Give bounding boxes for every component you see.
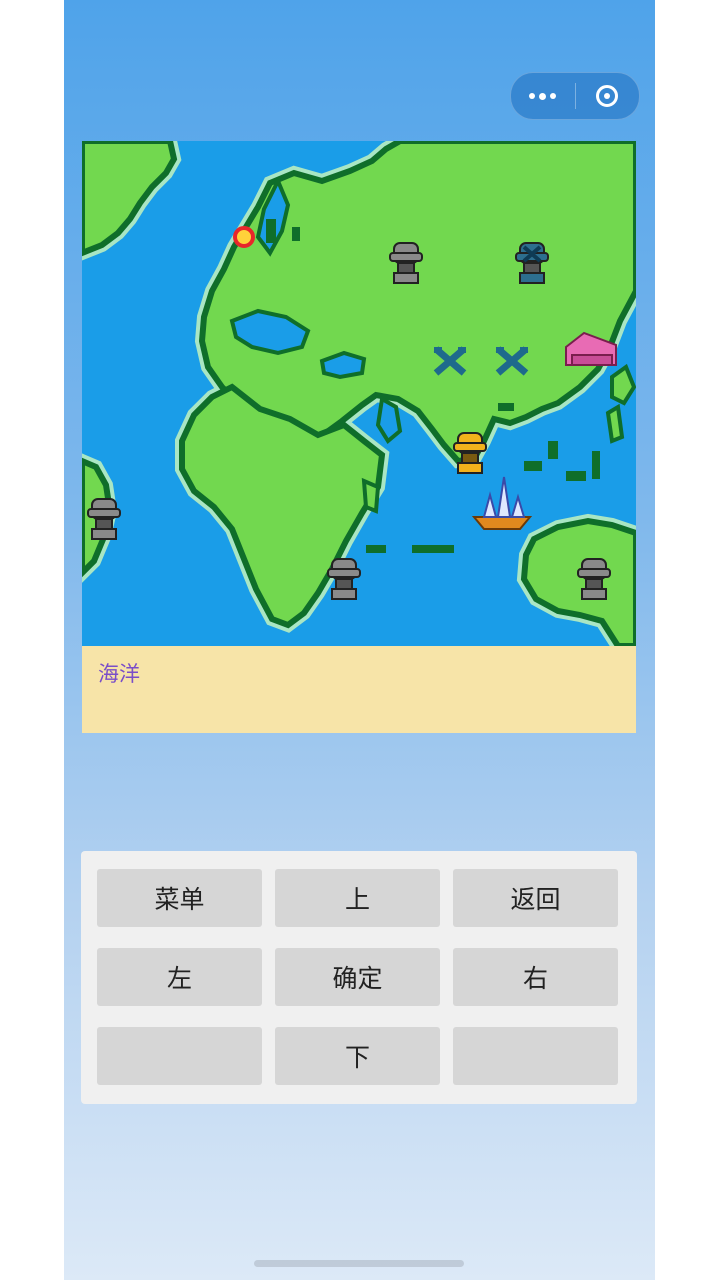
right-button[interactable]: 右 xyxy=(453,948,618,1006)
left-button[interactable]: 左 xyxy=(97,948,262,1006)
target-close-icon xyxy=(596,85,619,107)
menu-button[interactable]: 菜单 xyxy=(97,869,262,927)
world-map-canvas xyxy=(82,141,636,646)
blank-left-button[interactable] xyxy=(97,1027,262,1085)
back-button[interactable]: 返回 xyxy=(453,869,618,927)
down-button[interactable]: 下 xyxy=(275,1027,440,1085)
more-button[interactable] xyxy=(511,73,575,119)
game-view: 海洋 xyxy=(82,141,636,733)
up-button[interactable]: 上 xyxy=(275,869,440,927)
more-dots-icon xyxy=(529,92,557,100)
message-box: 海洋 xyxy=(82,646,636,733)
miniprogram-capsule xyxy=(510,72,640,120)
red-ring-marker-icon xyxy=(233,226,255,248)
app-screen: 海洋 菜单 上 返回 左 确定 右 下 xyxy=(64,0,655,1280)
world-map[interactable] xyxy=(82,141,636,646)
close-button[interactable] xyxy=(576,73,640,119)
control-pad: 菜单 上 返回 左 确定 右 下 xyxy=(81,851,637,1104)
blank-right-button[interactable] xyxy=(453,1027,618,1085)
home-indicator xyxy=(254,1260,464,1267)
message-text: 海洋 xyxy=(98,662,140,686)
confirm-button[interactable]: 确定 xyxy=(275,948,440,1006)
